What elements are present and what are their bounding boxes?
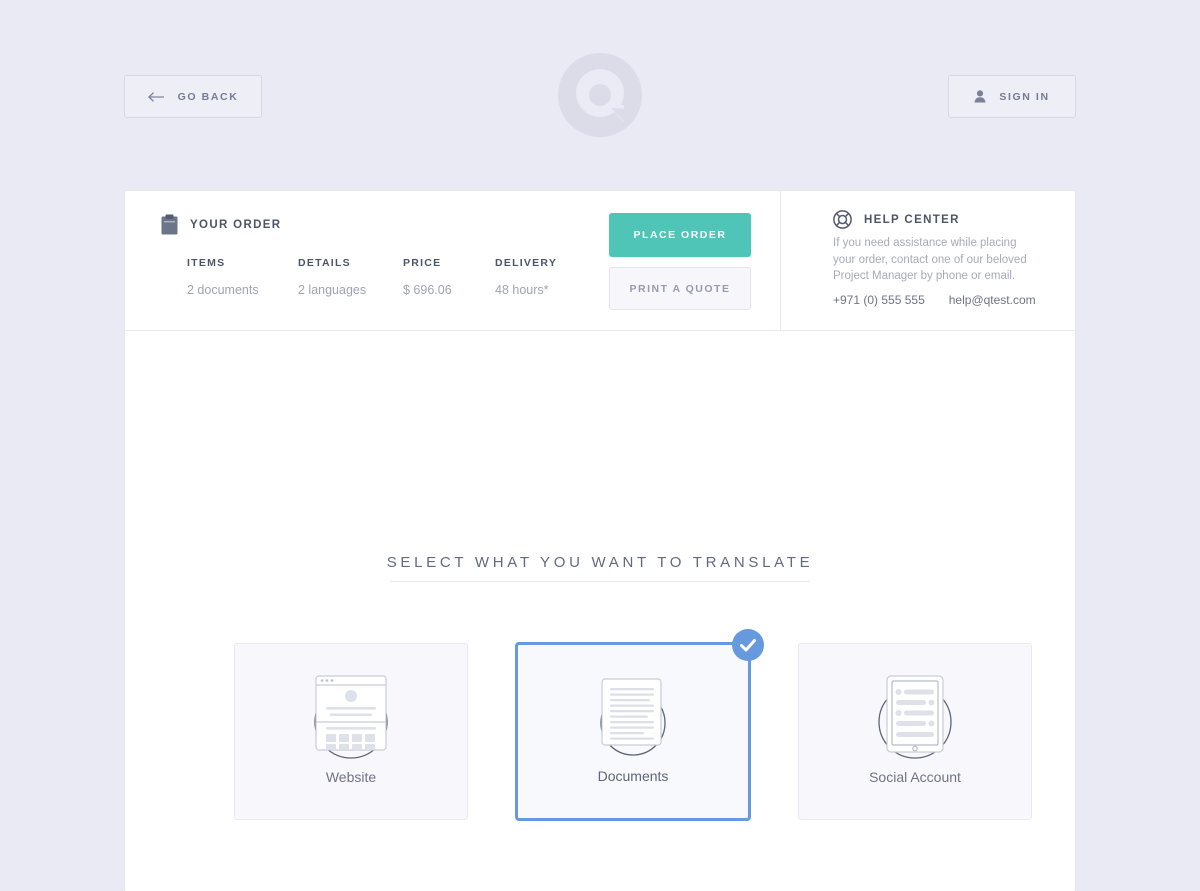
check-circle-icon xyxy=(732,629,764,661)
title-divider xyxy=(390,581,810,582)
arrow-left-icon xyxy=(147,91,165,102)
page-title: SELECT WHAT YOU WANT TO TRANSLATE xyxy=(386,554,814,571)
your-order-panel: YOUR ORDER ITEMS DETAILS PRICE DELIVERY … xyxy=(125,191,779,330)
order-summary-strip: YOUR ORDER ITEMS DETAILS PRICE DELIVERY … xyxy=(125,191,1075,331)
order-col-label: DELIVERY xyxy=(495,257,558,269)
browser-window-icon xyxy=(299,664,403,768)
order-col-value: $ 696.06 xyxy=(403,283,452,297)
place-order-button[interactable]: PLACE ORDER xyxy=(609,213,751,257)
order-col-label: ITEMS xyxy=(187,257,226,269)
order-col-value: 48 hours* xyxy=(495,283,549,297)
translate-options: Website Documents Social Account xyxy=(234,629,1032,821)
help-center-heading: HELP CENTER xyxy=(833,210,960,229)
clipboard-icon xyxy=(161,214,178,235)
order-actions: PLACE ORDER PRINT A QUOTE xyxy=(609,213,751,310)
top-bar: GO BACK SIGN IN xyxy=(0,0,1200,186)
order-col-value: 2 documents xyxy=(187,283,259,297)
help-center-contact: +971 (0) 555 555 help@qtest.com xyxy=(833,293,1036,307)
help-email-link[interactable]: help@qtest.com xyxy=(949,293,1036,307)
order-col-value: 2 languages xyxy=(298,283,367,297)
tablet-device-icon xyxy=(863,664,967,768)
order-summary-table: ITEMS DETAILS PRICE DELIVERY 2 documents… xyxy=(187,257,657,297)
help-phone-link[interactable]: +971 (0) 555 555 xyxy=(833,293,925,307)
sign-in-button[interactable]: SIGN IN xyxy=(948,75,1076,118)
main-card: YOUR ORDER ITEMS DETAILS PRICE DELIVERY … xyxy=(124,190,1076,891)
option-label: Social Account xyxy=(869,769,961,785)
page-root: GO BACK SIGN IN YOUR ORDER ITEMS DETAILS… xyxy=(0,0,1200,891)
sign-in-label: SIGN IN xyxy=(999,90,1050,103)
your-order-title: YOUR ORDER xyxy=(190,218,282,231)
help-center-panel: HELP CENTER If you need assistance while… xyxy=(780,191,1076,330)
print-quote-button[interactable]: PRINT A QUOTE xyxy=(609,267,751,310)
your-order-heading: YOUR ORDER xyxy=(161,214,281,235)
life-ring-icon xyxy=(833,210,852,229)
order-col-label: DETAILS xyxy=(298,257,351,269)
help-center-title: HELP CENTER xyxy=(864,213,960,226)
go-back-button[interactable]: GO BACK xyxy=(124,75,262,118)
order-col-label: PRICE xyxy=(403,257,442,269)
go-back-label: GO BACK xyxy=(177,90,239,103)
option-label: Website xyxy=(325,769,377,785)
user-icon xyxy=(974,90,986,103)
option-website[interactable]: Website xyxy=(234,643,468,820)
q-logo-icon xyxy=(558,53,642,137)
help-center-body: If you need assistance while placing you… xyxy=(833,237,1027,282)
option-label: Documents xyxy=(597,768,669,784)
option-documents[interactable]: Documents xyxy=(515,629,764,821)
document-page-icon xyxy=(581,665,685,769)
option-social-account[interactable]: Social Account xyxy=(798,643,1032,820)
